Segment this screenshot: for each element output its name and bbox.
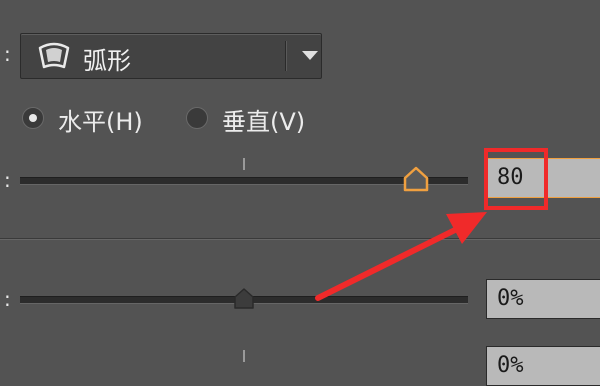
annotation-arrow: [315, 212, 487, 301]
